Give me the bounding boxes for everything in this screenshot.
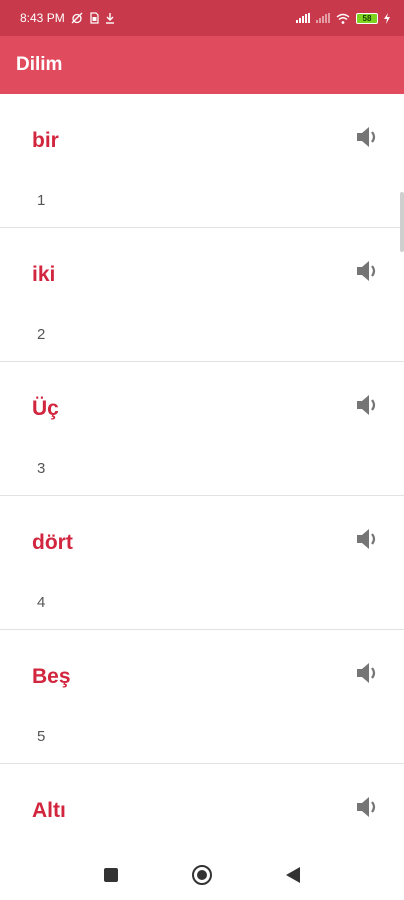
- circle-icon: [192, 865, 212, 885]
- sim-icon: [90, 12, 99, 24]
- number-label: 5: [37, 728, 46, 745]
- speaker-icon[interactable]: [354, 794, 380, 820]
- speaker-icon[interactable]: [354, 258, 380, 284]
- speaker-icon[interactable]: [354, 392, 380, 418]
- battery-icon: 58: [356, 12, 378, 24]
- number-label: 2: [37, 326, 46, 343]
- word-label: Altı: [32, 799, 66, 822]
- charging-icon: [384, 12, 390, 24]
- status-left: 8:43 PM: [20, 11, 115, 25]
- recent-apps-button[interactable]: [100, 864, 122, 886]
- status-time: 8:43 PM: [20, 11, 65, 25]
- system-nav-bar: [0, 840, 404, 900]
- alarm-off-icon: [71, 12, 83, 24]
- word-label: Üç: [32, 397, 59, 420]
- number-label: 3: [37, 460, 46, 477]
- scrollbar-thumb[interactable]: [400, 192, 404, 252]
- speaker-icon[interactable]: [354, 660, 380, 686]
- signal-icon: [296, 13, 310, 23]
- list-item[interactable]: Üç 3: [0, 362, 404, 496]
- number-label: 1: [37, 192, 46, 209]
- number-list[interactable]: bir 1 iki 2 Üç 3 dört 4 Beş 5 Altı: [0, 94, 404, 840]
- word-label: bir: [32, 129, 59, 152]
- app-title: Dilim: [16, 54, 63, 75]
- status-right: 58: [296, 12, 390, 24]
- word-label: Beş: [32, 665, 71, 688]
- wifi-icon: [336, 13, 350, 24]
- back-triangle-icon: [286, 867, 300, 883]
- list-item[interactable]: Beş 5: [0, 630, 404, 764]
- square-icon: [104, 868, 118, 882]
- download-icon: [105, 13, 114, 24]
- list-item[interactable]: bir 1: [0, 94, 404, 228]
- app-bar: Dilim: [0, 36, 404, 94]
- word-label: iki: [32, 263, 56, 286]
- signal-2-icon: [316, 13, 330, 23]
- list-item[interactable]: Altı 6: [0, 764, 404, 840]
- number-label: 4: [37, 594, 46, 611]
- speaker-icon[interactable]: [354, 124, 380, 150]
- list-item[interactable]: iki 2: [0, 228, 404, 362]
- back-button[interactable]: [282, 864, 304, 886]
- list-item[interactable]: dört 4: [0, 496, 404, 630]
- home-button[interactable]: [191, 864, 213, 886]
- status-bar: 8:43 PM 58: [0, 0, 404, 36]
- speaker-icon[interactable]: [354, 526, 380, 552]
- word-label: dört: [32, 531, 73, 554]
